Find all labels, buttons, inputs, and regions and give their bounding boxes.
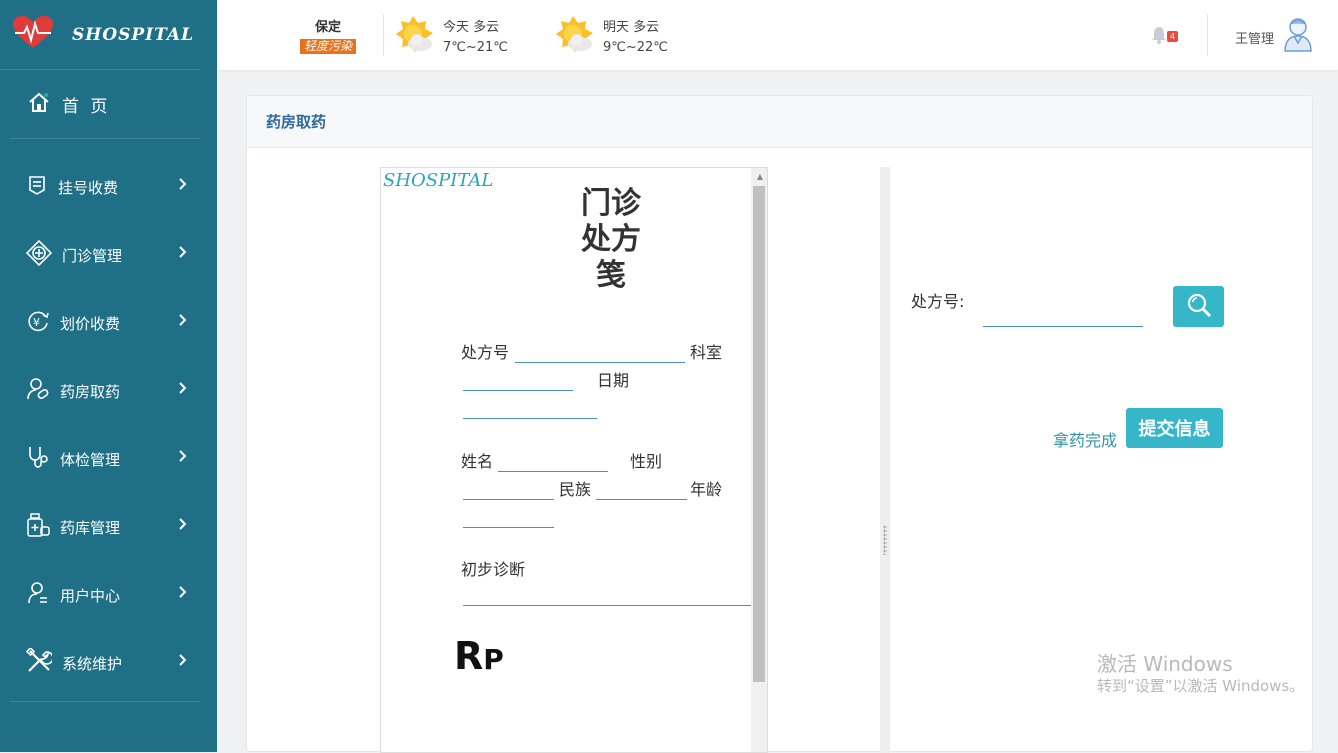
age-line: [463, 527, 554, 528]
medicine-bottle-icon: [26, 513, 50, 541]
sidebar-item-label: 划价收费: [60, 314, 121, 333]
city-name: 保定: [314, 20, 341, 35]
sidebar-divider: [10, 701, 201, 702]
weather-city: 保定 轻度污染: [295, 16, 361, 54]
rx-no-field-label: 处方号:: [911, 292, 965, 311]
chevron-right-icon: [178, 653, 188, 671]
avatar[interactable]: [1283, 16, 1313, 56]
grip-icon: [883, 525, 887, 555]
search-icon: [1186, 292, 1212, 321]
chevron-right-icon: [178, 585, 188, 603]
partly-cloudy-icon: [553, 14, 597, 62]
date-label: 日期: [597, 371, 630, 390]
tools-icon: [25, 646, 54, 678]
scrollbar-thumb[interactable]: [753, 186, 765, 682]
rp-symbol: RP: [454, 634, 504, 678]
diagnosis-line: [463, 605, 751, 606]
ethnicity-label: 民族: [559, 480, 592, 499]
sidebar-item-label: 首 页: [62, 96, 111, 117]
user-icon: [26, 581, 50, 609]
split-handle[interactable]: [880, 167, 890, 753]
heart-pulse-icon: [12, 15, 54, 54]
divider: [383, 14, 384, 56]
weather-tomorrow: 明天 多云 9℃~22℃: [553, 14, 668, 62]
top-bar: 保定 轻度污染 今天 多云 7℃~21℃ 明天 多云 9℃~22℃ 4 王管理: [217, 0, 1338, 70]
sidebar-item-home[interactable]: 首 页: [10, 70, 201, 139]
dept-label: 科室: [690, 343, 723, 362]
prescription-logo: SHOSPITAL: [383, 170, 494, 191]
today-label: 今天 多云: [443, 20, 500, 35]
chevron-right-icon: [178, 517, 188, 535]
chevron-right-icon: [178, 313, 188, 331]
sidebar-item-label: 系统维护: [62, 654, 123, 673]
sidebar-item-outpatient[interactable]: 门诊管理: [0, 221, 217, 289]
rp-p: P: [483, 643, 504, 676]
chevron-right-icon: [178, 177, 188, 195]
name-label: 姓名: [461, 452, 494, 471]
rx-no-input[interactable]: [983, 295, 1143, 327]
sidebar-item-pharmacy[interactable]: 药房取药: [0, 357, 217, 425]
partly-cloudy-icon: [393, 14, 437, 62]
prescription-preview[interactable]: SHOSPITAL 门诊处方笺 处方号 科室 日期 姓名 性别 民族 年龄 初步…: [380, 167, 768, 753]
sidebar-item-registration[interactable]: 挂号收费: [0, 153, 217, 221]
name-line: [498, 471, 608, 472]
chevron-right-icon: [178, 245, 188, 263]
sidebar-item-pricing[interactable]: ¥ 划价收费: [0, 289, 217, 357]
notification-badge: 4: [1167, 31, 1179, 42]
svg-text:¥: ¥: [33, 316, 40, 329]
activation-watermark-title: 激活 Windows: [1097, 652, 1233, 676]
sidebar-item-checkup[interactable]: 体检管理: [0, 425, 217, 493]
user-name[interactable]: 王管理: [1235, 28, 1274, 47]
prescription-title: 门诊处方笺: [581, 186, 641, 293]
sidebar-item-warehouse[interactable]: 药库管理: [0, 493, 217, 561]
home-icon: [28, 91, 50, 118]
rx-no-label: 处方号: [461, 343, 510, 362]
scroll-up-arrow-icon[interactable]: ▲: [757, 172, 763, 181]
chevron-right-icon: [178, 381, 188, 399]
today-temp: 7℃~21℃: [443, 40, 508, 55]
divider: [1207, 14, 1208, 56]
date-line: [463, 418, 597, 419]
sidebar-item-user-center[interactable]: 用户中心: [0, 561, 217, 629]
tomorrow-temp: 9℃~22℃: [603, 40, 668, 55]
gender-label: 性别: [630, 452, 663, 471]
scrollbar[interactable]: ▲: [751, 168, 767, 752]
gender-line: [463, 499, 554, 500]
ethnicity-line: [596, 499, 687, 500]
medicine-done-link[interactable]: 拿药完成: [1053, 427, 1117, 451]
rp-r: R: [454, 634, 484, 678]
activation-watermark-text: 转到“设置”以激活 Windows。: [1097, 677, 1305, 695]
sidebar-item-label: 体检管理: [60, 450, 121, 469]
bell-icon[interactable]: [1151, 26, 1167, 48]
dept-line: [463, 390, 573, 391]
diagnosis-label: 初步诊断: [461, 560, 526, 579]
sidebar-item-label: 药库管理: [60, 518, 121, 537]
chevron-right-icon: [178, 449, 188, 467]
panel-title: 药房取药: [247, 96, 1312, 148]
submit-button[interactable]: 提交信息: [1126, 408, 1223, 448]
stethoscope-icon: [26, 445, 50, 473]
tomorrow-label: 明天 多云: [603, 20, 660, 35]
search-button[interactable]: [1173, 286, 1224, 327]
rx-no-line: [515, 362, 685, 363]
registration-icon: [26, 174, 48, 200]
sidebar-item-system[interactable]: 系统维护: [0, 629, 217, 697]
logo-text: SHOSPITAL: [72, 24, 195, 45]
air-quality-badge: 轻度污染: [299, 39, 356, 54]
weather-today: 今天 多云 7℃~21℃: [393, 14, 508, 62]
sidebar-item-label: 门诊管理: [62, 246, 123, 265]
sidebar-item-label: 药房取药: [60, 382, 121, 401]
medical-cross-icon: [25, 239, 53, 270]
app-logo[interactable]: SHOSPITAL: [0, 0, 201, 70]
yuan-refresh-icon: ¥: [26, 309, 50, 337]
sidebar-item-label: 用户中心: [60, 586, 121, 605]
sidebar: SHOSPITAL 首 页 挂号收费 门诊管理 ¥ 划价收费 药房取药 体检管理…: [0, 0, 217, 752]
user-pill-icon: [26, 377, 50, 405]
sidebar-item-label: 挂号收费: [58, 178, 119, 197]
age-label: 年龄: [690, 480, 723, 499]
